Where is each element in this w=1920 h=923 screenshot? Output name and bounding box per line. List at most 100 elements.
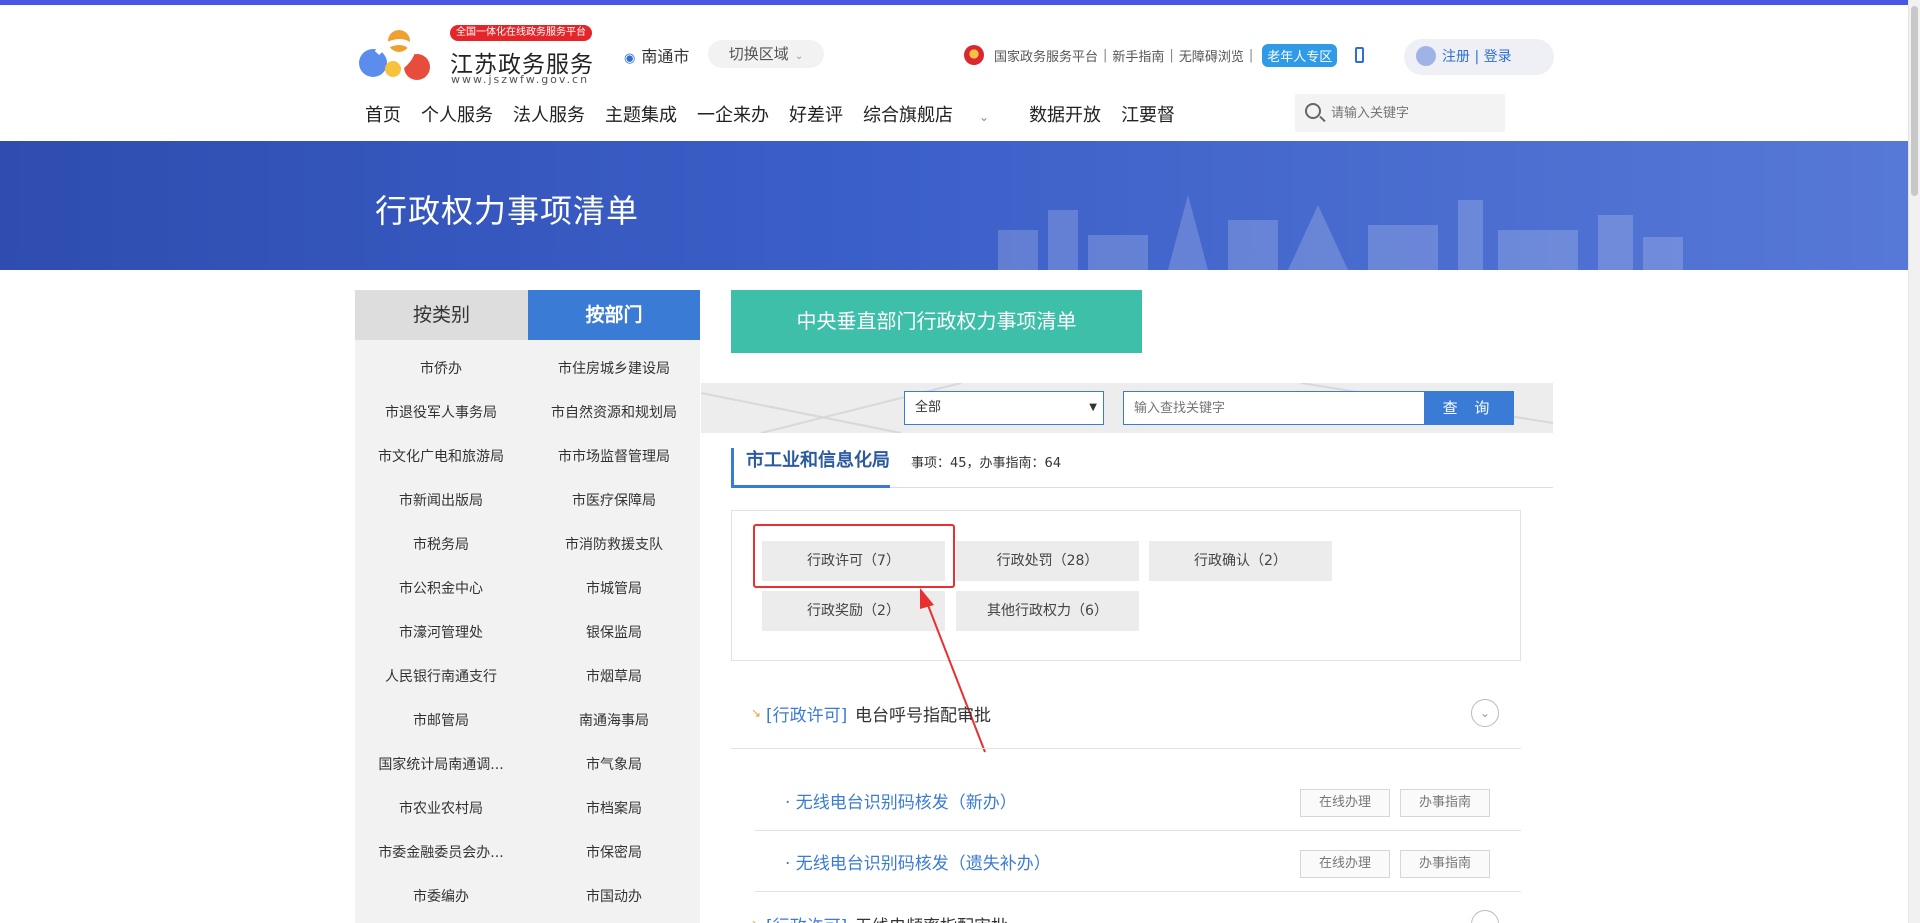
- login-link[interactable]: 登录: [1484, 49, 1512, 65]
- power-item-row[interactable]: ↘ [行政许可] 电台呼号指配审批 ⌄: [731, 681, 1521, 749]
- register-link[interactable]: 注册: [1442, 49, 1470, 65]
- collapse-toggle-icon[interactable]: ⌄: [1471, 910, 1499, 923]
- site-logo[interactable]: 全国一体化在线政务服务平台 江苏政务服务 www.jszwfw.gov.cn: [355, 23, 600, 89]
- national-platform-link[interactable]: 国家政务服务平台: [994, 46, 1098, 65]
- header-search: [1295, 94, 1505, 132]
- sub-item-link[interactable]: · 无线电台识别码核发（遗失补办）: [785, 849, 1051, 874]
- nav-item-review[interactable]: 好差评: [789, 101, 843, 131]
- department-link[interactable]: 市农业农村局: [355, 798, 527, 818]
- logo-mark-icon: [359, 30, 430, 88]
- page-scrollbar[interactable]: [1908, 0, 1920, 923]
- nav-item-corporate[interactable]: 法人服务: [513, 101, 585, 131]
- department-name: 市工业和信息化局: [731, 448, 890, 488]
- department-link[interactable]: 市自然资源和规划局: [528, 402, 700, 422]
- sub-item-link[interactable]: · 无线电台识别码核发（新办）: [785, 788, 1017, 813]
- chevron-down-icon: ⌄: [794, 51, 804, 62]
- central-vertical-dept-button[interactable]: 中央垂直部门行政权力事项清单: [731, 290, 1142, 353]
- logo-badge: 全国一体化在线政务服务平台: [450, 25, 592, 41]
- department-link[interactable]: 市退役军人事务局: [355, 402, 527, 422]
- page-title: 行政权力事项清单: [375, 192, 640, 230]
- department-link[interactable]: 市委编办: [355, 886, 527, 906]
- department-stats: 事项：45，办事指南：64: [911, 456, 1062, 471]
- category-admin-confirmation[interactable]: 行政确认（2）: [1149, 541, 1332, 581]
- logo-url: www.jszwfw.gov.cn: [451, 73, 590, 86]
- divider: |: [1169, 47, 1174, 63]
- power-item-row[interactable]: ↘ [行政许可] 无线电频率指配审批 ⌄: [731, 892, 1521, 923]
- chevron-down-icon: ⌄: [979, 110, 990, 124]
- nav-item-topics[interactable]: 主题集成: [605, 101, 677, 131]
- nav-item-enterprise[interactable]: 一企来办: [697, 101, 769, 131]
- location-pin-icon: ◉: [624, 51, 636, 66]
- item-title: 电台呼号指配审批: [855, 706, 991, 726]
- department-link[interactable]: 市城管局: [528, 578, 700, 598]
- nav-flagship-label: 综合旗舰店: [863, 105, 953, 126]
- scrollbar-thumb[interactable]: [1911, 6, 1918, 196]
- header-search-input[interactable]: [1331, 100, 1496, 126]
- department-heading: 市工业和信息化局 事项：45，办事指南：64: [731, 448, 1553, 488]
- department-select-value: 全部: [915, 400, 942, 415]
- department-link[interactable]: 市国动办: [528, 886, 700, 906]
- category-admin-reward[interactable]: 行政奖励（2）: [762, 591, 945, 631]
- switch-region-button[interactable]: 切换区域 ⌄: [708, 40, 824, 68]
- department-link[interactable]: 市文化广电和旅游局: [355, 446, 527, 466]
- item-category-tag: [行政许可]: [766, 706, 848, 726]
- tab-by-department[interactable]: 按部门: [528, 290, 700, 340]
- page-banner: 行政权力事项清单: [0, 141, 1908, 270]
- query-button[interactable]: 查 询: [1424, 391, 1514, 425]
- nav-item-flagship[interactable]: 综合旗舰店 ⌄: [863, 101, 1009, 131]
- online-handle-button[interactable]: 在线办理: [1300, 850, 1390, 878]
- sub-item-row: · 无线电台识别码核发（新办） 在线办理 办事指南: [755, 770, 1521, 831]
- new-user-guide-link[interactable]: 新手指南: [1112, 46, 1164, 65]
- elder-zone-link[interactable]: 老年人专区: [1262, 43, 1338, 67]
- department-link[interactable]: 市濠河管理处: [355, 622, 527, 642]
- main-nav: 首页 个人服务 法人服务 主题集成 一企来办 好差评 综合旗舰店 ⌄ 数据开放 江…: [365, 101, 1195, 131]
- search-icon[interactable]: [1305, 103, 1321, 119]
- nav-item-personal[interactable]: 个人服务: [421, 101, 493, 131]
- department-link[interactable]: 市医疗保障局: [528, 490, 700, 510]
- department-link[interactable]: 银保监局: [528, 622, 700, 642]
- department-link[interactable]: 市烟草局: [528, 666, 700, 686]
- department-link[interactable]: 市邮管局: [355, 710, 527, 730]
- department-link[interactable]: 市气象局: [528, 754, 700, 774]
- department-link[interactable]: 市新闻出版局: [355, 490, 527, 510]
- online-handle-button[interactable]: 在线办理: [1300, 789, 1390, 817]
- national-emblem-icon: [964, 45, 984, 65]
- nav-item-open-data[interactable]: 数据开放: [1029, 101, 1101, 131]
- department-link[interactable]: 国家统计局南通调...: [355, 754, 527, 774]
- department-link[interactable]: 人民银行南通支行: [355, 666, 527, 686]
- department-link[interactable]: 市公积金中心: [355, 578, 527, 598]
- top-links: 国家政务服务平台 | 新手指南 | 无障碍浏览 | 老年人专区: [964, 43, 1365, 67]
- switch-region-label: 切换区域: [728, 45, 789, 63]
- dropdown-arrow-icon: ▼: [1089, 402, 1097, 413]
- login-area: 注册 | 登录: [1404, 39, 1554, 75]
- item-title: 无线电频率指配审批: [855, 912, 1008, 923]
- department-link[interactable]: 南通海事局: [528, 710, 700, 730]
- department-link[interactable]: 市档案局: [528, 798, 700, 818]
- department-link[interactable]: 市委金融委员会办...: [355, 842, 527, 862]
- left-panel: 按类别 按部门 市侨办 市住房城乡建设局市退役军人事务局 市自然资源和规划局市文化广…: [355, 290, 700, 923]
- handling-guide-button[interactable]: 办事指南: [1400, 789, 1490, 817]
- city-name: 南通市: [641, 47, 690, 66]
- tab-by-category[interactable]: 按类别: [355, 290, 528, 340]
- department-link[interactable]: 市税务局: [355, 534, 527, 554]
- mobile-phone-icon[interactable]: [1355, 47, 1365, 63]
- category-admin-penalty[interactable]: 行政处罚（28）: [956, 541, 1139, 581]
- accessible-browse-link[interactable]: 无障碍浏览: [1179, 46, 1244, 65]
- collapse-toggle-icon[interactable]: ⌄: [1471, 699, 1499, 727]
- category-other-power[interactable]: 其他行政权力（6）: [956, 591, 1139, 631]
- divider: |: [1248, 47, 1254, 63]
- department-link[interactable]: 市保密局: [528, 842, 700, 862]
- handling-guide-button[interactable]: 办事指南: [1400, 850, 1490, 878]
- keyword-search-input[interactable]: [1123, 391, 1425, 425]
- annotation-highlight-box: [753, 524, 955, 588]
- nav-item-home[interactable]: 首页: [365, 101, 401, 131]
- department-select[interactable]: 全部 ▼: [904, 391, 1104, 425]
- nav-item-supervise[interactable]: 江要督: [1121, 101, 1175, 131]
- department-link[interactable]: 市住房城乡建设局: [528, 358, 700, 378]
- department-link[interactable]: 市侨办: [355, 358, 527, 378]
- item-marker-icon: ↘: [751, 706, 762, 720]
- sub-item-row: · 无线电台识别码核发（遗失补办） 在线办理 办事指南: [755, 831, 1521, 892]
- department-link[interactable]: 市消防救援支队: [528, 534, 700, 554]
- current-city: ◉ 南通市: [624, 43, 689, 67]
- department-link[interactable]: 市市场监督管理局: [528, 446, 700, 466]
